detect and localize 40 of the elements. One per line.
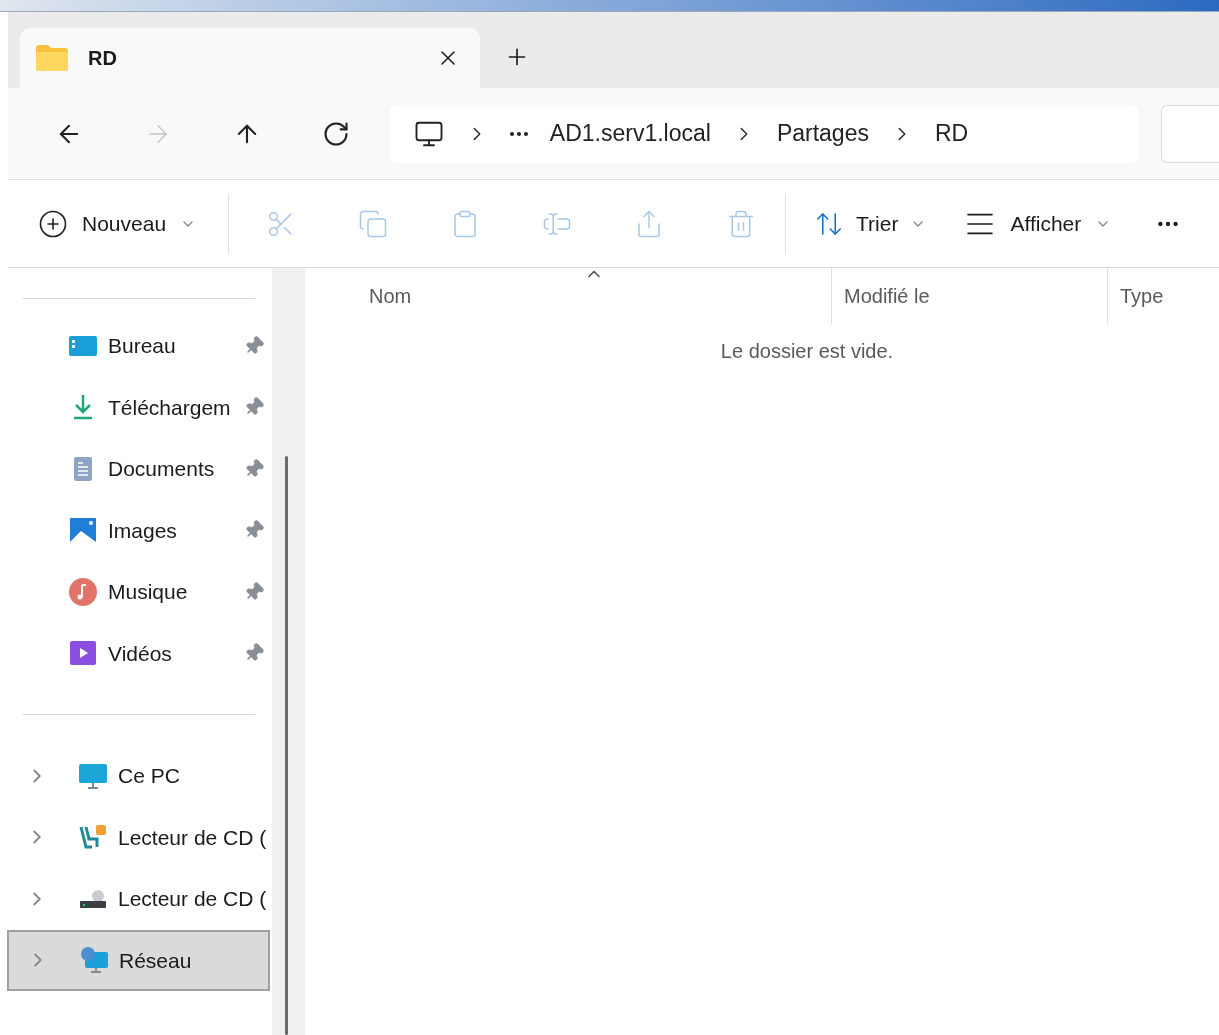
sidebar-item[interactable]: Images [8, 499, 272, 561]
tab-title: RD [88, 46, 118, 71]
sidebar-item[interactable]: Vidéos [8, 622, 272, 684]
scrollbar[interactable] [285, 456, 288, 1035]
sidebar-item[interactable]: Lecteur de CD ( [8, 868, 272, 930]
sidebar-item[interactable]: Bureau [8, 315, 272, 377]
breadcrumb-item[interactable]: Partages [776, 116, 869, 151]
sidebar-label: Musique [108, 579, 189, 605]
empty-folder-message: Le dossier est vide. [720, 339, 894, 364]
search-field[interactable] [1161, 104, 1219, 163]
sidebar-item[interactable]: Lecteur de CD ( [8, 806, 272, 868]
sidebar-label: Réseau [119, 947, 192, 974]
column-header[interactable]: Nom [305, 268, 831, 324]
plus-circle-icon [38, 208, 68, 239]
address-bar[interactable]: AD1.serv1.local Partages RD [389, 104, 1140, 163]
tab[interactable]: RD [20, 28, 480, 88]
sidebar-item[interactable]: Réseau [7, 929, 270, 991]
network-icon [79, 945, 109, 976]
folder-icon [36, 45, 68, 71]
column-header[interactable]: Type [1107, 268, 1219, 324]
new-button[interactable]: Nouveau [28, 198, 207, 249]
more-icon [509, 131, 528, 136]
sidebar-item[interactable]: Documents [8, 438, 272, 500]
sidebar-label: Documents [108, 456, 216, 482]
sidebar-label: Lecteur de CD ( [118, 886, 267, 912]
breadcrumb-item[interactable]: RD [934, 116, 969, 151]
sidebar-item[interactable]: Musique [8, 561, 272, 623]
view-button[interactable]: Afficher [940, 198, 1136, 249]
sidebar-label: Téléchargem [108, 394, 232, 421]
sort-button[interactable]: Trier [800, 198, 941, 249]
sidebar-item[interactable]: Ce PC [8, 745, 272, 807]
sidebar-item[interactable]: Téléchargem [8, 376, 272, 438]
music-icon [68, 576, 98, 607]
sidebar-label: Lecteur de CD ( [118, 824, 267, 851]
sidebar-label: Ce PC [118, 763, 180, 789]
sidebar-label: Vidéos [108, 640, 173, 667]
sidebar-label: Images [108, 517, 178, 544]
breadcrumb-item[interactable]: AD1.serv1.local [549, 116, 711, 151]
sidebar-label: Bureau [108, 333, 177, 359]
column-header[interactable]: Modifié le [831, 268, 1107, 324]
